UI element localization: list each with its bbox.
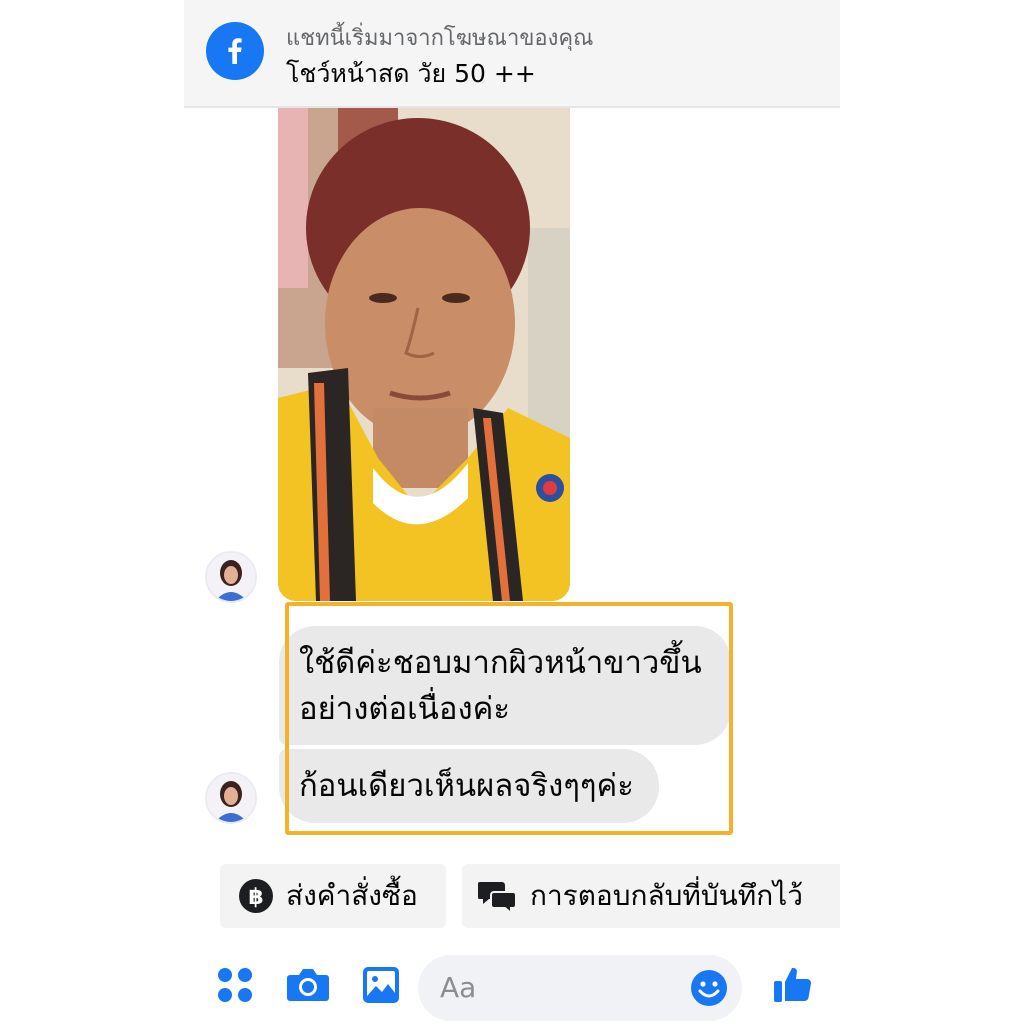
- message-input[interactable]: Aa: [418, 955, 742, 1021]
- sender-avatar[interactable]: [205, 551, 257, 603]
- camera-icon[interactable]: [286, 966, 330, 1004]
- message-bubble[interactable]: ใช้ดีค่ะชอบมากผิวหน้าขาวขึ้น อย่างต่อเนื…: [279, 626, 731, 745]
- sender-avatar[interactable]: [205, 772, 257, 824]
- message-bubble[interactable]: ก้อนเดียวเห็นผลจริงๆๆค่ะ: [279, 749, 659, 823]
- ad-origin-banner: แชทนี้เริ่มมาจากโฆษณาของคุณ โชว์หน้าสด ว…: [184, 0, 840, 108]
- send-order-label: ส่งคำสั่งซื้อ: [286, 879, 418, 912]
- message-text-line: ก้อนเดียวเห็นผลจริงๆๆค่ะ: [299, 768, 634, 804]
- banner-title: โชว์หน้าสด วัย 50 ++: [286, 59, 536, 88]
- menu-dots-icon[interactable]: [216, 966, 254, 1004]
- facebook-logo-icon: [206, 22, 264, 80]
- emoji-icon[interactable]: [690, 969, 728, 1011]
- photo-message[interactable]: [278, 108, 570, 601]
- gallery-icon[interactable]: [362, 966, 400, 1004]
- svg-text:฿: ฿: [248, 885, 263, 910]
- like-icon[interactable]: [772, 964, 812, 1004]
- message-text-line: อย่างต่อเนื่องค่ะ: [299, 691, 511, 727]
- message-input-placeholder: Aa: [440, 971, 477, 1004]
- message-text-line: ใช้ดีค่ะชอบมากผิวหน้าขาวขึ้น: [299, 645, 702, 681]
- baht-icon: ฿: [238, 878, 274, 914]
- banner-subtitle: แชทนี้เริ่มมาจากโฆษณาของคุณ: [286, 26, 594, 51]
- chat-bubbles-icon: [478, 878, 518, 914]
- messenger-screen: แชทนี้เริ่มมาจากโฆษณาของคุณ โชว์หน้าสด ว…: [184, 0, 840, 1024]
- send-order-button[interactable]: ฿ ส่งคำสั่งซื้อ: [220, 864, 446, 928]
- saved-replies-label: การตอบกลับที่บันทึกไว้: [530, 879, 803, 912]
- saved-replies-button[interactable]: การตอบกลับที่บันทึกไว้: [462, 864, 840, 928]
